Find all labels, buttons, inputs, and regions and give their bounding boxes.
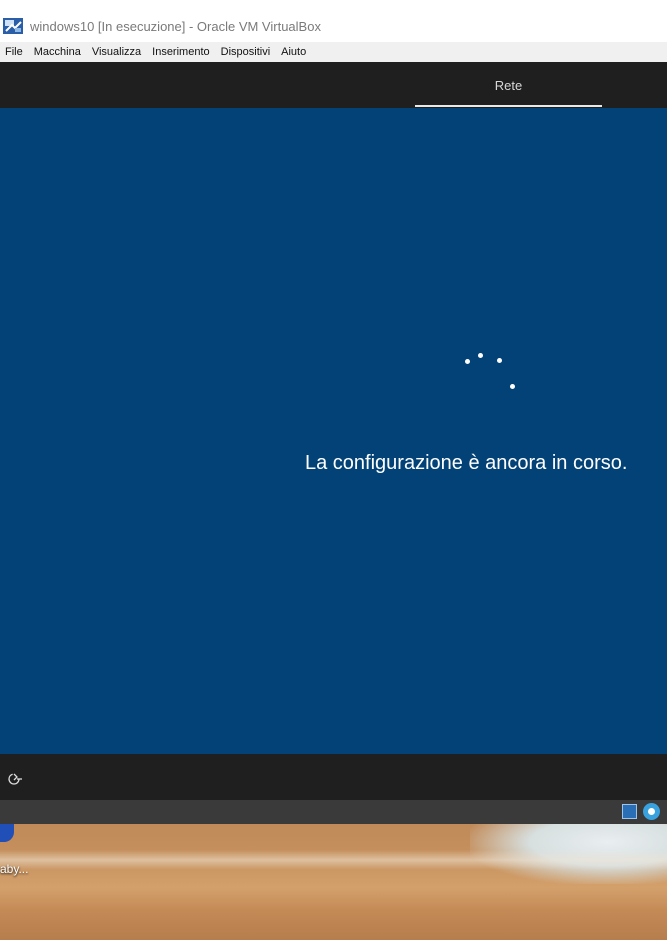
wallpaper-wave — [0, 850, 667, 870]
oobe-footer — [0, 754, 667, 800]
menu-dispositivi[interactable]: Dispositivi — [216, 46, 277, 58]
status-message: La configurazione è ancora in corso. — [305, 452, 628, 474]
vm-status-bar — [0, 800, 667, 824]
spinner-dot — [465, 359, 470, 364]
desktop-shortcut-label[interactable]: aby... — [0, 862, 28, 876]
menu-bar: File Macchina Visualizza Inserimento Dis… — [0, 42, 667, 63]
accessibility-icon[interactable] — [8, 771, 24, 787]
spinner-dot — [510, 384, 515, 389]
screen-top-margin — [0, 0, 667, 10]
window-title: windows10 [In esecuzione] - Oracle VM Vi… — [30, 18, 321, 34]
oobe-panel — [0, 108, 667, 754]
tab-rete: Rete — [494, 77, 523, 93]
spinner-dot — [478, 353, 483, 358]
spinner-dot — [497, 358, 502, 363]
menu-macchina[interactable]: Macchina — [29, 46, 87, 58]
optical-drive-icon[interactable] — [643, 803, 660, 820]
window-titlebar[interactable]: windows10 [In esecuzione] - Oracle VM Vi… — [0, 10, 667, 42]
tab-rete-underline — [415, 105, 602, 107]
menu-inserimento[interactable]: Inserimento — [147, 46, 215, 58]
menu-aiuto[interactable]: Aiuto — [276, 46, 312, 58]
shared-folder-icon[interactable] — [622, 804, 637, 819]
menu-file[interactable]: File — [0, 46, 29, 58]
menu-visualizza[interactable]: Visualizza — [87, 46, 147, 58]
virtualbox-icon — [2, 16, 24, 36]
